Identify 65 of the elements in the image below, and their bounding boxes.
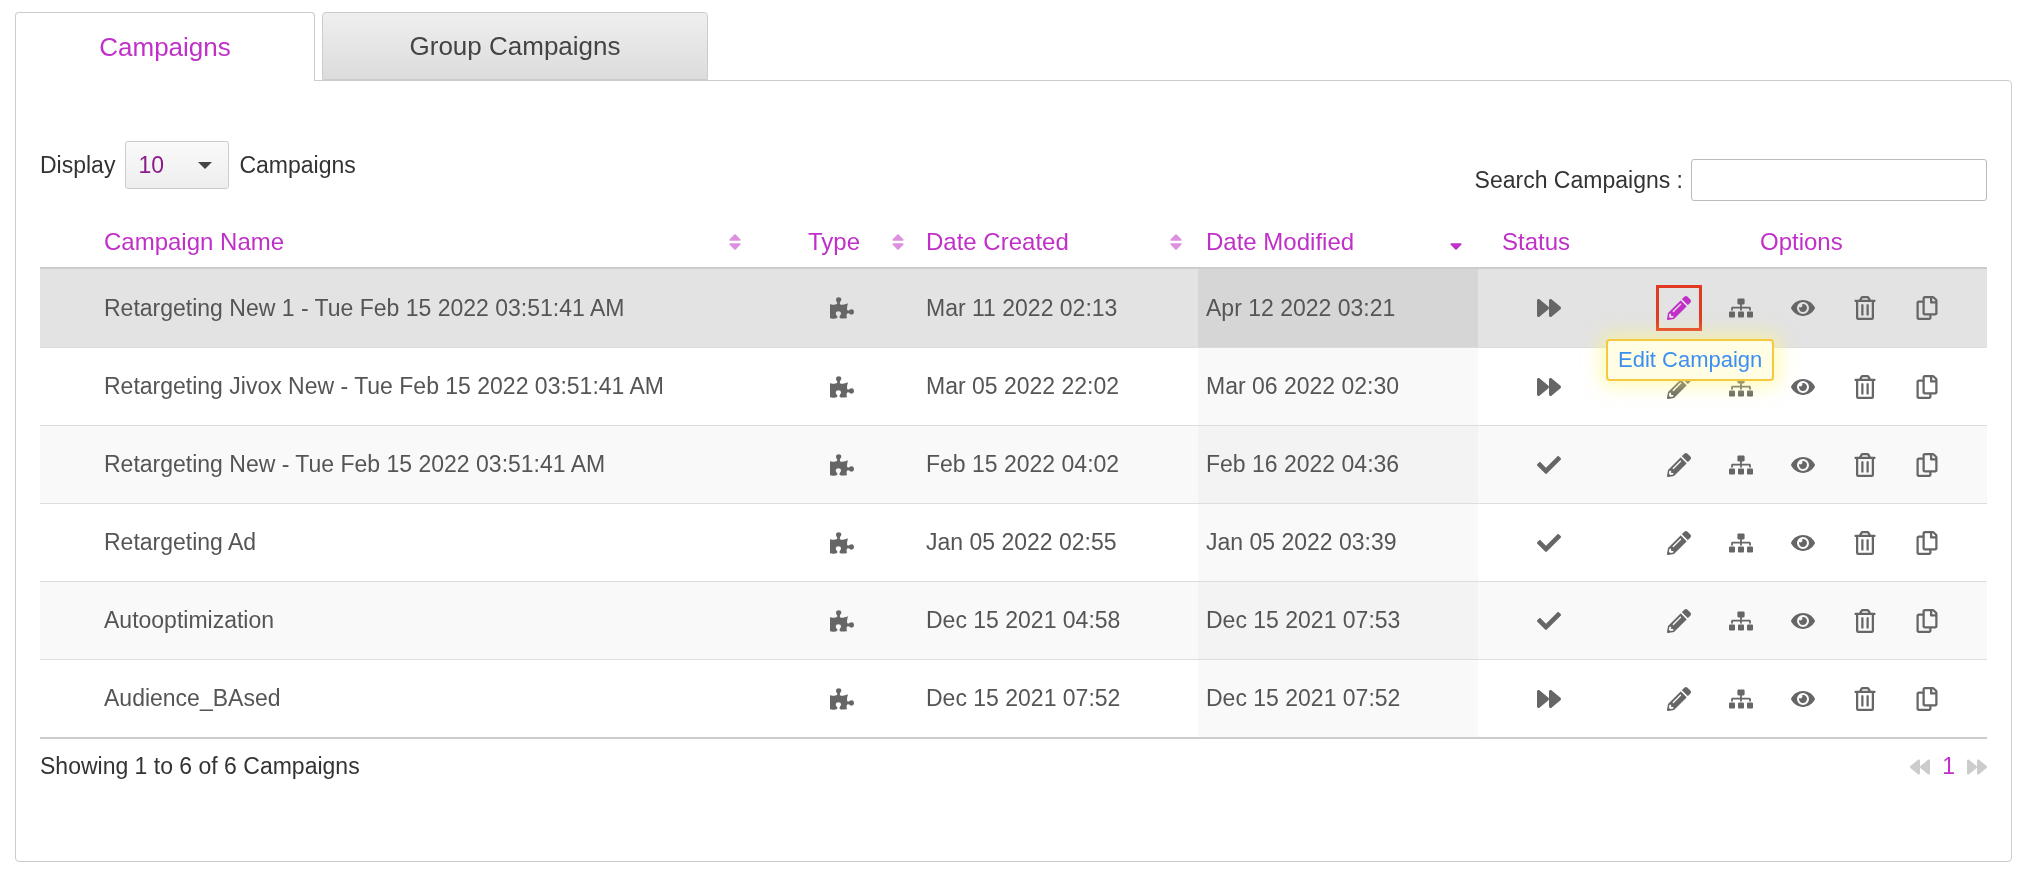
puzzle-icon: [830, 374, 854, 399]
date-created: Mar 11 2022 02:13: [926, 294, 1118, 322]
trash-icon: [1853, 452, 1877, 477]
column-header[interactable]: Options: [1760, 228, 1843, 256]
pencil-icon: [1667, 686, 1691, 711]
edit-button[interactable]: [1656, 285, 1702, 331]
table-row[interactable]: Retargeting Ad Jan 05 2022 02:55 Jan 05 2022 03:39: [40, 503, 1987, 581]
copy-icon: [1915, 686, 1939, 711]
sitemap-icon: [1729, 608, 1753, 633]
caret-icon: [198, 161, 213, 169]
date-modified: Dec 15 2021 07:52: [1206, 685, 1401, 712]
puzzle-icon: [830, 530, 854, 555]
puzzle-icon: [830, 686, 854, 711]
table-row[interactable]: Autooptimization Dec 15 2021 04:58 Dec 15 2021 07:53: [40, 581, 1987, 659]
campaign-name: Retargeting Ad: [104, 529, 257, 556]
campaign-name: Audience_BAsed: [104, 685, 281, 712]
puzzle-icon: [830, 296, 854, 320]
page-size-dropdown[interactable]: 10: [125, 141, 230, 189]
table-row[interactable]: Retargeting New - Tue Feb 15 2022 03:51:41 AM Feb 15 2022 04:02 Feb 16 2022 04:36: [40, 425, 1987, 503]
copy-icon: [1915, 608, 1939, 633]
table-row[interactable]: Audience_BAsed Dec 15 2021 07:52 Dec 15 2021 07:52: [40, 659, 1987, 737]
date-created: Dec 15 2021 04:58: [926, 607, 1121, 634]
pencil-icon: [1667, 452, 1691, 477]
date-modified: Dec 15 2021 07:53: [1206, 607, 1401, 634]
copy-icon: [1915, 530, 1939, 555]
trash-icon: [1853, 608, 1877, 633]
sitemap-icon: [1729, 530, 1753, 555]
pencil-icon: [1667, 608, 1691, 633]
pencil-icon: [1667, 296, 1691, 320]
copy-icon: [1915, 374, 1939, 399]
showing-summary: Showing 1 to 6 of 6 Campaigns: [40, 753, 360, 780]
date-modified: Apr 12 2022 03:21: [1206, 294, 1396, 322]
puzzle-icon: [830, 452, 854, 477]
trash-icon: [1853, 686, 1877, 711]
tab[interactable]: Group Campaigns: [322, 12, 708, 80]
copy-icon: [1915, 452, 1939, 477]
column-header[interactable]: Date Created: [926, 228, 1069, 256]
date-created: Dec 15 2021 07:52: [926, 685, 1121, 712]
date-created: Jan 05 2022 02:55: [926, 529, 1117, 556]
date-created: Feb 15 2022 04:02: [926, 451, 1120, 478]
column-header[interactable]: Date Modified: [1206, 228, 1355, 256]
pencil-icon: [1667, 530, 1691, 555]
tooltip: Edit Campaign: [1606, 339, 1775, 381]
date-modified: Jan 05 2022 03:39: [1206, 529, 1397, 556]
date-modified: Feb 16 2022 04:36: [1206, 451, 1400, 478]
trash-icon: [1853, 296, 1877, 320]
display-label: Display: [40, 151, 116, 179]
trash-icon: [1853, 374, 1877, 399]
display-suffix: Campaigns: [239, 151, 356, 179]
campaign-name: Retargeting New 1 - Tue Feb 15 2022 03:51:41 AM: [104, 294, 625, 322]
sitemap-icon: [1729, 452, 1753, 477]
trash-icon: [1853, 530, 1877, 555]
search-field[interactable]: [1691, 159, 1987, 201]
copy-icon: [1915, 296, 1939, 320]
column-header[interactable]: Campaign Name: [104, 228, 285, 256]
column-header[interactable]: Status: [1502, 228, 1571, 256]
campaign-name: Retargeting New - Tue Feb 15 2022 03:51:41 AM: [104, 451, 606, 478]
search-label: Search Campaigns :: [1474, 166, 1683, 194]
sitemap-icon: [1729, 296, 1753, 320]
campaign-name: Autooptimization: [104, 607, 275, 634]
column-header[interactable]: Type: [808, 228, 861, 256]
page-number[interactable]: 1: [1942, 753, 1955, 780]
puzzle-icon: [830, 608, 854, 633]
tab[interactable]: Campaigns: [15, 12, 315, 81]
sitemap-icon: [1729, 686, 1753, 711]
